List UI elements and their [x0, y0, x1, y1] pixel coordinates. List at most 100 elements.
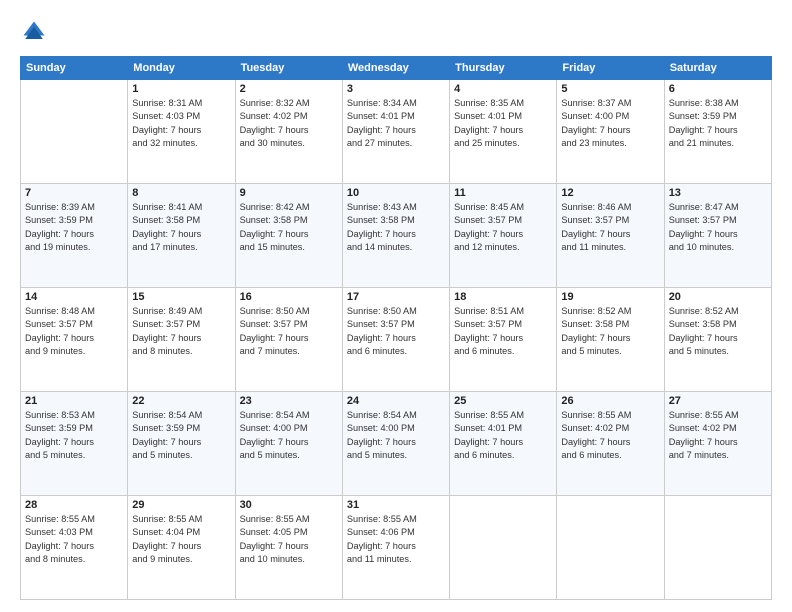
day-number: 25 — [454, 395, 552, 407]
calendar-table: SundayMondayTuesdayWednesdayThursdayFrid… — [20, 56, 772, 600]
day-number: 16 — [240, 291, 338, 303]
day-info: Sunrise: 8:50 AMSunset: 3:57 PMDaylight:… — [347, 305, 445, 358]
calendar-day-cell: 3Sunrise: 8:34 AMSunset: 4:01 PMDaylight… — [342, 80, 449, 184]
day-number: 6 — [669, 83, 767, 95]
calendar-day-cell: 31 Sunrise: 8:55 AMSunset: 4:06 PMDayligh… — [342, 496, 449, 600]
calendar-day-cell: 1 Sunrise: 8:31 AMSunset: 4:03 PMDaylight… — [128, 80, 235, 184]
calendar-day-cell: 25 Sunrise: 8:55 AMSunset: 4:01 PMDayligh… — [450, 392, 557, 496]
calendar-day-cell: 2Sunrise: 8:32 AMSunset: 4:02 PMDaylight… — [235, 80, 342, 184]
day-info: Sunrise: 8:52 AMSunset: 3:58 PMDaylight:… — [669, 305, 767, 358]
day-number: 1 — [132, 83, 230, 95]
day-number: 23 — [240, 395, 338, 407]
day-info: Sunrise: 8:55 AMSunset: 4:02 PMDaylight:… — [669, 409, 767, 462]
day-number: 7 — [25, 187, 123, 199]
calendar-day-cell: 29 Sunrise: 8:55 AMSunset: 4:04 PMDayligh… — [128, 496, 235, 600]
calendar-day-cell — [664, 496, 771, 600]
day-number: 12 — [561, 187, 659, 199]
day-number: 3 — [347, 83, 445, 95]
day-info: Sunrise: 8:55 AMSunset: 4:06 PMDaylight:… — [347, 513, 445, 566]
calendar-day-cell: 18 Sunrise: 8:51 AMSunset: 3:57 PMDayligh… — [450, 288, 557, 392]
calendar-day-cell: 8 Sunrise: 8:41 AMSunset: 3:58 PMDaylight… — [128, 184, 235, 288]
day-number: 4 — [454, 83, 552, 95]
calendar-day-cell: 17 Sunrise: 8:50 AMSunset: 3:57 PMDayligh… — [342, 288, 449, 392]
calendar-day-cell: 28Sunrise: 8:55 AMSunset: 4:03 PMDayligh… — [21, 496, 128, 600]
calendar-day-cell: 11Sunrise: 8:45 AMSunset: 3:57 PMDayligh… — [450, 184, 557, 288]
day-number: 18 — [454, 291, 552, 303]
day-number: 10 — [347, 187, 445, 199]
calendar-day-cell — [557, 496, 664, 600]
day-info: Sunrise: 8:38 AMSunset: 3:59 PMDaylight:… — [669, 97, 767, 150]
day-of-week-header: Sunday — [21, 57, 128, 80]
header — [20, 18, 772, 46]
calendar-week-row: 1 Sunrise: 8:31 AMSunset: 4:03 PMDaylight… — [21, 80, 772, 184]
day-number: 26 — [561, 395, 659, 407]
day-of-week-header: Saturday — [664, 57, 771, 80]
day-info: Sunrise: 8:31 AMSunset: 4:03 PMDaylight:… — [132, 97, 230, 150]
calendar-day-cell: 21Sunrise: 8:53 AMSunset: 3:59 PMDayligh… — [21, 392, 128, 496]
day-info: Sunrise: 8:41 AMSunset: 3:58 PMDaylight:… — [132, 201, 230, 254]
calendar-day-cell: 19Sunrise: 8:52 AMSunset: 3:58 PMDayligh… — [557, 288, 664, 392]
page: SundayMondayTuesdayWednesdayThursdayFrid… — [0, 0, 792, 612]
day-number: 24 — [347, 395, 445, 407]
calendar-day-cell: 20Sunrise: 8:52 AMSunset: 3:58 PMDayligh… — [664, 288, 771, 392]
calendar-week-row: 21Sunrise: 8:53 AMSunset: 3:59 PMDayligh… — [21, 392, 772, 496]
calendar-day-cell — [450, 496, 557, 600]
day-number: 31 — [347, 499, 445, 511]
day-info: Sunrise: 8:55 AMSunset: 4:05 PMDaylight:… — [240, 513, 338, 566]
day-info: Sunrise: 8:35 AMSunset: 4:01 PMDaylight:… — [454, 97, 552, 150]
day-info: Sunrise: 8:47 AMSunset: 3:57 PMDaylight:… — [669, 201, 767, 254]
calendar-day-cell: 12 Sunrise: 8:46 AMSunset: 3:57 PMDayligh… — [557, 184, 664, 288]
calendar-week-row: 14Sunrise: 8:48 AMSunset: 3:57 PMDayligh… — [21, 288, 772, 392]
day-info: Sunrise: 8:46 AMSunset: 3:57 PMDaylight:… — [561, 201, 659, 254]
day-number: 5 — [561, 83, 659, 95]
day-number: 15 — [132, 291, 230, 303]
day-info: Sunrise: 8:51 AMSunset: 3:57 PMDaylight:… — [454, 305, 552, 358]
day-number: 27 — [669, 395, 767, 407]
day-number: 8 — [132, 187, 230, 199]
calendar-day-cell: 14Sunrise: 8:48 AMSunset: 3:57 PMDayligh… — [21, 288, 128, 392]
day-info: Sunrise: 8:45 AMSunset: 3:57 PMDaylight:… — [454, 201, 552, 254]
day-of-week-header: Friday — [557, 57, 664, 80]
day-of-week-header: Monday — [128, 57, 235, 80]
calendar-day-cell: 5 Sunrise: 8:37 AMSunset: 4:00 PMDaylight… — [557, 80, 664, 184]
calendar-day-cell: 27 Sunrise: 8:55 AMSunset: 4:02 PMDayligh… — [664, 392, 771, 496]
calendar-day-cell: 23 Sunrise: 8:54 AMSunset: 4:00 PMDayligh… — [235, 392, 342, 496]
calendar-day-cell: 13 Sunrise: 8:47 AMSunset: 3:57 PMDayligh… — [664, 184, 771, 288]
day-number: 14 — [25, 291, 123, 303]
day-info: Sunrise: 8:54 AMSunset: 4:00 PMDaylight:… — [240, 409, 338, 462]
day-info: Sunrise: 8:54 AMSunset: 4:00 PMDaylight:… — [347, 409, 445, 462]
calendar-day-cell: 26 Sunrise: 8:55 AMSunset: 4:02 PMDayligh… — [557, 392, 664, 496]
day-number: 17 — [347, 291, 445, 303]
day-info: Sunrise: 8:32 AMSunset: 4:02 PMDaylight:… — [240, 97, 338, 150]
day-info: Sunrise: 8:55 AMSunset: 4:03 PMDaylight:… — [25, 513, 123, 566]
calendar-day-cell: 22Sunrise: 8:54 AMSunset: 3:59 PMDayligh… — [128, 392, 235, 496]
day-of-week-header: Tuesday — [235, 57, 342, 80]
day-number: 19 — [561, 291, 659, 303]
day-of-week-header: Thursday — [450, 57, 557, 80]
calendar-week-row: 28Sunrise: 8:55 AMSunset: 4:03 PMDayligh… — [21, 496, 772, 600]
day-number: 9 — [240, 187, 338, 199]
day-number: 29 — [132, 499, 230, 511]
day-info: Sunrise: 8:54 AMSunset: 3:59 PMDaylight:… — [132, 409, 230, 462]
day-info: Sunrise: 8:50 AMSunset: 3:57 PMDaylight:… — [240, 305, 338, 358]
day-info: Sunrise: 8:37 AMSunset: 4:00 PMDaylight:… — [561, 97, 659, 150]
day-info: Sunrise: 8:39 AMSunset: 3:59 PMDaylight:… — [25, 201, 123, 254]
calendar-day-cell: 30 Sunrise: 8:55 AMSunset: 4:05 PMDayligh… — [235, 496, 342, 600]
calendar-day-cell: 9 Sunrise: 8:42 AMSunset: 3:58 PMDaylight… — [235, 184, 342, 288]
day-number: 13 — [669, 187, 767, 199]
day-info: Sunrise: 8:42 AMSunset: 3:58 PMDaylight:… — [240, 201, 338, 254]
day-info: Sunrise: 8:55 AMSunset: 4:02 PMDaylight:… — [561, 409, 659, 462]
calendar-day-cell: 6 Sunrise: 8:38 AMSunset: 3:59 PMDaylight… — [664, 80, 771, 184]
day-number: 21 — [25, 395, 123, 407]
day-of-week-header: Wednesday — [342, 57, 449, 80]
day-info: Sunrise: 8:55 AMSunset: 4:01 PMDaylight:… — [454, 409, 552, 462]
calendar-day-cell: 7 Sunrise: 8:39 AMSunset: 3:59 PMDaylight… — [21, 184, 128, 288]
day-number: 30 — [240, 499, 338, 511]
calendar-day-cell: 10Sunrise: 8:43 AMSunset: 3:58 PMDayligh… — [342, 184, 449, 288]
calendar-day-cell: 16 Sunrise: 8:50 AMSunset: 3:57 PMDayligh… — [235, 288, 342, 392]
calendar-day-cell — [21, 80, 128, 184]
calendar-week-row: 7 Sunrise: 8:39 AMSunset: 3:59 PMDaylight… — [21, 184, 772, 288]
calendar-header-row: SundayMondayTuesdayWednesdayThursdayFrid… — [21, 57, 772, 80]
calendar-day-cell: 4 Sunrise: 8:35 AMSunset: 4:01 PMDaylight… — [450, 80, 557, 184]
day-info: Sunrise: 8:55 AMSunset: 4:04 PMDaylight:… — [132, 513, 230, 566]
